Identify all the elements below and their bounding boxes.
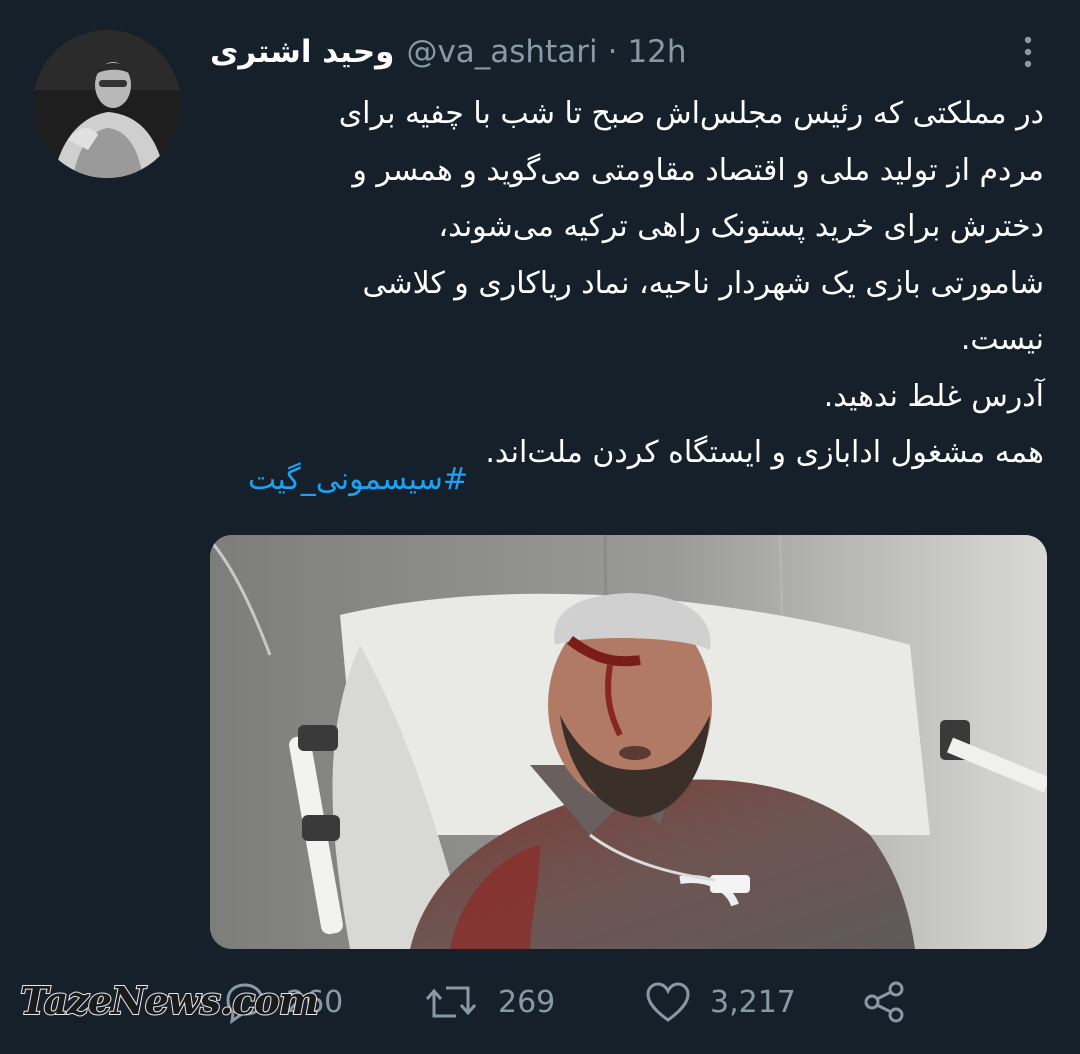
tweet-text: در مملکتی که رئیس مجلس‌اش صبح تا شب با چ… xyxy=(210,86,1044,482)
share-button[interactable] xyxy=(860,980,910,1024)
avatar-photo xyxy=(33,30,181,178)
tweet-text-line: مردم از تولید ملی و اقتصاد مقاومتی می‌گو… xyxy=(352,152,1044,188)
timestamp[interactable]: 12h xyxy=(627,34,686,70)
tweet-text-line: در مملکتی که رئیس مجلس‌اش صبح تا شب با چ… xyxy=(338,96,1044,131)
retweet-icon xyxy=(425,986,477,1018)
user-handle[interactable]: @va_ashtari xyxy=(406,34,597,70)
tweet-text-line: آدرس غلط ندهید. xyxy=(823,378,1044,414)
like-count: 3,217 xyxy=(710,984,796,1020)
tweet-header: وحید اشتری @va_ashtari · 12h xyxy=(210,28,1020,76)
hospital-photo xyxy=(210,535,1047,949)
like-button[interactable]: 3,217 xyxy=(644,980,796,1024)
more-vertical-icon[interactable] xyxy=(1022,34,1034,74)
heart-icon xyxy=(646,982,690,1022)
watermark-logo: TazeNews.com xyxy=(19,977,320,1024)
tweet-text-line: دخترش برای خرید پستونک راهی ترکیه می‌شون… xyxy=(438,209,1044,244)
tweet-text-line: شامورتی بازی یک شهردار ناحیه، نماد ریاکا… xyxy=(362,265,1044,301)
avatar[interactable] xyxy=(33,30,181,178)
tweet-media-image[interactable] xyxy=(210,535,1047,949)
hashtag-link[interactable]: #سیسمونی_گیت xyxy=(210,462,468,497)
retweet-button[interactable]: 269 xyxy=(422,980,555,1024)
retweet-count: 269 xyxy=(498,984,556,1020)
display-name[interactable]: وحید اشتری xyxy=(210,34,394,70)
share-icon xyxy=(864,981,904,1023)
tweet-text-line: نیست. xyxy=(960,322,1044,357)
separator-dot: · xyxy=(607,34,618,70)
